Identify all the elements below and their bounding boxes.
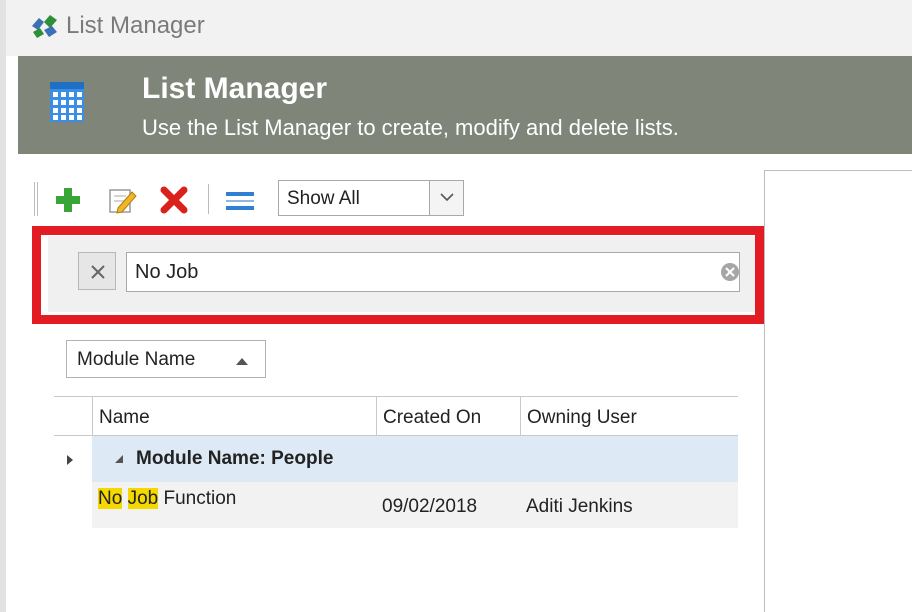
edit-icon (109, 189, 137, 214)
group-row-people[interactable]: Module Name: People (92, 436, 738, 482)
edit-list-button[interactable] (106, 184, 138, 216)
toolbar: Show All (34, 180, 464, 220)
cell-owning-user: Aditi Jenkins (526, 496, 633, 517)
collapse-group-icon[interactable] (114, 454, 124, 464)
name-space (122, 488, 127, 509)
group-row-label: Module Name: People (136, 448, 334, 469)
delete-icon (160, 186, 188, 214)
list-manager-window: List Manager List Manager Use the List M… (0, 0, 912, 612)
chevron-down-icon (440, 193, 454, 202)
group-by-module-name[interactable]: Module Name (66, 340, 266, 378)
cell-created-on: 09/02/2018 (382, 496, 478, 517)
plus-icon (56, 188, 80, 212)
grid-header: Name Created On Owning User (54, 396, 738, 436)
column-header-created-on[interactable]: Created On (376, 397, 520, 436)
name-rest: Function (158, 488, 237, 509)
filter-select[interactable]: Show All (278, 180, 464, 216)
toolbar-grip[interactable] (34, 182, 38, 216)
name-match-1: No (98, 488, 123, 509)
highlight-annotation (32, 226, 764, 324)
title-bar: List Manager (6, 0, 912, 56)
table-row[interactable]: No Job Function 09/02/2018 Aditi Jenkins (92, 482, 738, 528)
sort-ascending-icon (236, 358, 248, 365)
app-logo-icon (32, 15, 57, 38)
group-by-label: Module Name (77, 349, 196, 370)
column-header-owning-user[interactable]: Owning User (520, 397, 738, 436)
list-panel (18, 154, 756, 612)
header-banner: List Manager Use the List Manager to cre… (18, 56, 912, 154)
page-title: List Manager (142, 72, 328, 105)
filter-dropdown-button[interactable] (429, 181, 463, 215)
page-subtitle: Use the List Manager to create, modify a… (142, 115, 679, 140)
toolbar-separator (208, 184, 209, 214)
delete-list-button[interactable] (158, 184, 190, 216)
current-row-indicator-icon (67, 455, 73, 465)
name-match-2: Job (127, 488, 159, 509)
window-left-border (0, 0, 6, 612)
table-grid-icon (50, 82, 84, 122)
window-title: List Manager (66, 12, 205, 39)
cell-name: No Job Function (92, 482, 376, 528)
detail-pane (764, 170, 912, 612)
lists-grid: Name Created On Owning User Module Name:… (54, 396, 738, 536)
list-view-icon (226, 192, 254, 210)
filter-select-value: Show All (287, 188, 360, 209)
column-header-name[interactable]: Name (92, 397, 376, 436)
add-list-button[interactable] (52, 184, 84, 216)
view-options-button[interactable] (224, 184, 256, 216)
